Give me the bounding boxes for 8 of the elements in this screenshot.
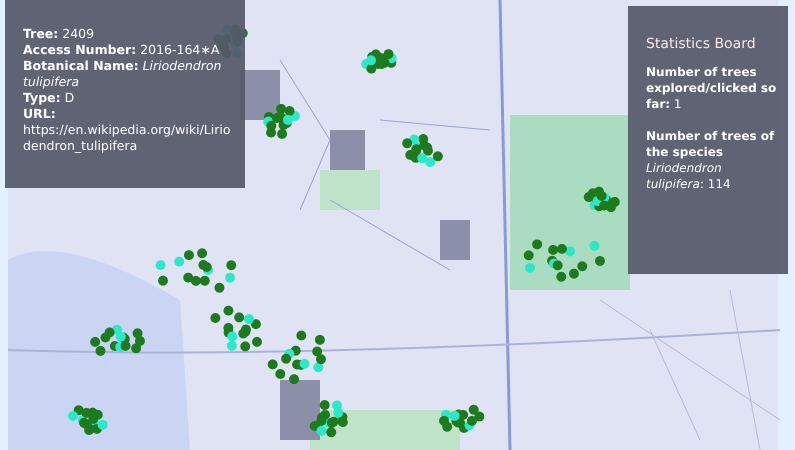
info-field: Access Number: 2016-164∗A	[23, 42, 235, 58]
panel-title: Statistics Board	[646, 36, 757, 52]
stat-text: Number of trees explored/clicked so far: 1	[646, 64, 778, 112]
info-field: Tree: 2409	[23, 26, 235, 42]
info-field: Type: D	[23, 90, 235, 106]
info-field: Botanical Name: Liriodendron tulipifera	[23, 58, 235, 90]
info-field: URL: https://en.wikipedia.org/wiki/Liriodendron_tulipifera	[23, 106, 235, 154]
stat-text: Number of trees of the species Liriodendron tulipifera: 114	[646, 128, 776, 192]
